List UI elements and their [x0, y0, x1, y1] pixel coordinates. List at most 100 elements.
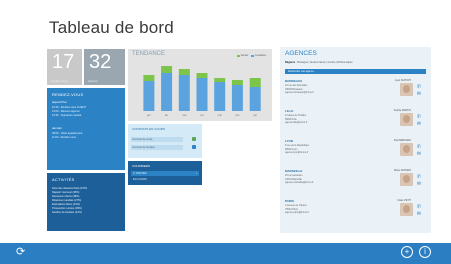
agence-item[interactable]: MARSEILLE 45 La Canebière 13001 Marseill… — [285, 169, 426, 194]
bar-locations-avr[interactable] — [196, 78, 208, 111]
bar-locations-mar[interactable] — [178, 75, 190, 111]
agence-contact-name: Claire PETIT — [397, 199, 411, 202]
mail-icon[interactable]: ✉ — [417, 211, 421, 217]
phone-icon[interactable]: ✆ — [417, 144, 421, 150]
bar-ventes-juin[interactable] — [231, 80, 243, 85]
tendance-panel[interactable]: TENDANCE Ventes Locations jan fév mar avr ma… — [128, 49, 272, 121]
filter-item[interactable]: Centre — [328, 61, 336, 64]
x-tick-label: juin — [234, 113, 240, 117]
agence-item[interactable]: LILLE 12 place du Théâtre 59000 Lille ag… — [285, 109, 426, 134]
contact-photo — [400, 143, 413, 156]
x-tick-label: fév — [165, 113, 169, 117]
agenda-line[interactable]: 10:30 - Rendez-vous CLIENT — [52, 106, 86, 109]
activity-line[interactable]: Prospection ventes (18%) — [52, 207, 82, 210]
x-tick-label: mai — [218, 113, 223, 117]
mail-icon[interactable]: ✉ — [417, 91, 421, 97]
agence-city: MARSEILLE — [285, 169, 303, 173]
mail-icon[interactable]: ✉ — [417, 151, 421, 157]
panel-title: AGENCES — [285, 50, 317, 57]
agence-line[interactable]: agence.paris@immo.fr — [285, 211, 309, 214]
panel-title: COURRIERS — [132, 164, 151, 168]
courriers-panel[interactable]: COURRIERS À TRAITER › EN COURS — [128, 161, 202, 185]
agences-panel: AGENCES Régions : Bretagne | Ile-de-Fran… — [280, 47, 431, 233]
agenda-line[interactable]: 11:00 - Rendez-vous — [52, 136, 76, 139]
app-frame: Tableau de bord 17 rendez-vous 32 action… — [0, 0, 451, 264]
stat-tile-actions[interactable]: 32 actions — [84, 49, 125, 85]
filter-item[interactable]: Bretagne — [297, 61, 308, 64]
stat-caption: rendez-vous — [51, 79, 68, 83]
rendezvous-panel[interactable]: RENDEZ-VOUS aujourd'hui 10:30 - Rendez-v… — [47, 88, 125, 170]
bar-locations-fév[interactable] — [161, 73, 173, 111]
activity-line[interactable]: Suivi des dossiers Paris (67%) — [52, 187, 87, 190]
panel-title: ACTIVITÉS — [52, 177, 75, 182]
day-heading: demain — [52, 126, 62, 130]
agence-contact-name: Marie DURAND — [394, 169, 411, 172]
region-filter[interactable]: Régions : Bretagne | Ile-de-France | Cen… — [285, 61, 353, 64]
bar-ventes-fév[interactable] — [161, 66, 173, 73]
app-bar: ⟳ + i — [0, 243, 451, 264]
agence-line[interactable]: agence.marseille@immo.fr — [285, 181, 313, 184]
agence-contact-name: Sophie MARTIN — [393, 109, 411, 112]
agence-line[interactable]: agence.lyon@immo.fr — [285, 151, 308, 154]
contrat-row[interactable]: Contrats de vente — [132, 138, 152, 141]
activity-line[interactable]: Rapport mensuel (45%) — [52, 191, 79, 194]
page-title: Tableau de bord — [49, 18, 174, 37]
courrier-line[interactable]: EN COURS — [133, 178, 147, 181]
activites-panel[interactable]: ACTIVITÉS Suivi des dossiers Paris (67%)… — [47, 173, 125, 231]
contact-photo — [400, 113, 413, 126]
phone-icon[interactable]: ✆ — [417, 204, 421, 210]
bar-locations-jan[interactable] — [143, 81, 155, 111]
contact-photo — [400, 173, 413, 186]
agence-item[interactable]: BORDEAUX 24 rue des Remparts 33000 Borde… — [285, 79, 426, 104]
agence-line[interactable]: agence.lille@immo.fr — [285, 121, 307, 124]
agence-item[interactable]: PARIS 3 avenue de l'Opéra 75001 Paris ag… — [285, 199, 426, 224]
filter-item[interactable]: Rhône-Alpes — [338, 61, 353, 64]
bar-ventes-avr[interactable] — [196, 73, 208, 78]
agence-contact-name: Paul BERNARD — [393, 139, 411, 142]
phone-icon[interactable]: ✆ — [417, 114, 421, 120]
bar-ventes-mai[interactable] — [214, 78, 226, 82]
agence-line[interactable]: agence.bordeaux@immo.fr — [285, 91, 314, 94]
phone-icon[interactable]: ✆ — [417, 84, 421, 90]
bar-locations-mai[interactable] — [214, 82, 226, 111]
bar-ventes-jan[interactable] — [143, 75, 155, 81]
day-heading: aujourd'hui — [52, 100, 67, 104]
x-tick-label: avr — [200, 113, 204, 117]
agence-item[interactable]: LYON 8 rue de la République 69002 Lyon a… — [285, 139, 426, 164]
contrat-status-icon — [192, 137, 196, 141]
stat-tile-rendezvous[interactable]: 17 rendez-vous — [47, 49, 82, 85]
bar-locations-juin[interactable] — [231, 85, 243, 111]
activity-line[interactable]: Relances mandats (27%) — [52, 199, 81, 202]
refresh-icon[interactable]: ⟳ — [16, 246, 25, 258]
agenda-line[interactable]: 14:00 - Réunion agence — [52, 110, 80, 113]
mail-icon[interactable]: ✉ — [417, 181, 421, 187]
agenda-line[interactable]: 09:00 - Visite appartement — [52, 132, 82, 135]
activity-line[interactable]: Nouveaux clients (38%) — [52, 195, 79, 198]
stat-value: 32 — [89, 51, 112, 73]
agence-city: LILLE — [285, 109, 294, 113]
bar-ventes-mar[interactable] — [178, 69, 190, 75]
phone-icon[interactable]: ✆ — [417, 174, 421, 180]
contact-photo — [400, 83, 413, 96]
contrat-status-icon — [192, 145, 196, 149]
add-icon[interactable]: + — [401, 246, 413, 258]
info-icon[interactable]: i — [419, 246, 431, 258]
contact-photo — [400, 203, 413, 216]
courrier-line[interactable]: À TRAITER — [133, 172, 147, 175]
contrat-row[interactable]: Contrats de location — [132, 146, 155, 149]
activity-line[interactable]: Gestion de location (12%) — [52, 211, 82, 214]
filter-label: Régions — [285, 61, 296, 64]
activity-line[interactable]: Estimations biens (21%) — [52, 203, 80, 206]
x-tick-label: juil — [253, 113, 258, 117]
agence-city: PARIS — [285, 199, 294, 203]
bar-locations-juil[interactable] — [249, 87, 261, 111]
filter-item[interactable]: Ile-de-France — [310, 61, 325, 64]
stat-caption: actions — [88, 79, 98, 83]
bar-ventes-juil[interactable] — [249, 78, 261, 87]
panel-title: CONTRATS EN COURS — [132, 127, 165, 131]
mail-icon[interactable]: ✉ — [417, 121, 421, 127]
agence-city: LYON — [285, 139, 294, 143]
agence-search-input[interactable]: Rechercher une agence... — [285, 69, 426, 74]
contrats-panel[interactable]: CONTRATS EN COURS Contrats de vente Cont… — [128, 124, 202, 158]
agenda-line[interactable]: 16:30 - Signature mandat — [52, 114, 81, 117]
